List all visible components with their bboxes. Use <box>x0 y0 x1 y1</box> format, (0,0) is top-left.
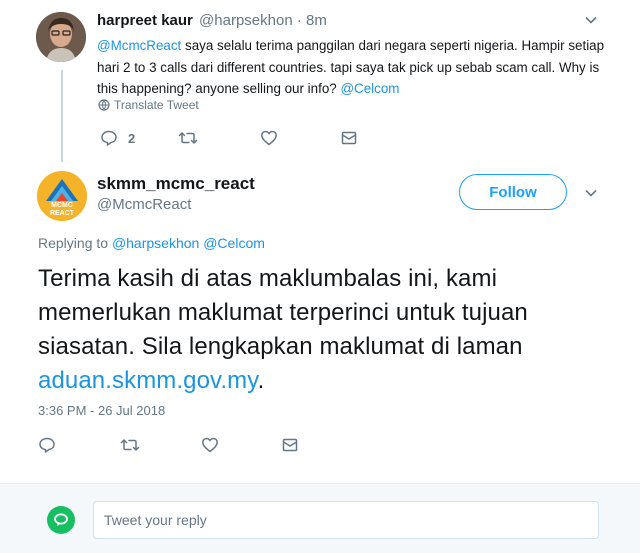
avatar-label-bottom: REACT <box>50 210 75 217</box>
mention-link[interactable]: @Celcom <box>340 81 399 96</box>
like-button[interactable] <box>201 436 219 454</box>
globe-icon <box>98 99 110 111</box>
avatar[interactable] <box>36 12 86 62</box>
retweet-button[interactable] <box>120 436 140 454</box>
thread-line <box>61 70 63 162</box>
retweet-icon <box>178 129 198 147</box>
retweet-button[interactable] <box>178 129 198 147</box>
tweet-timestamp[interactable]: 3:36 PM - 26 Jul 2018 <box>38 403 165 418</box>
mention-link[interactable]: @McmcReact <box>97 38 181 53</box>
chevron-down-icon[interactable] <box>584 13 598 27</box>
avatar[interactable]: MCMC REACT <box>37 171 87 221</box>
translate-label: Translate Tweet <box>114 98 199 112</box>
avatar-label-top: MCMC <box>51 202 73 209</box>
author-handle[interactable]: @harpsekhon <box>199 12 293 29</box>
reply-button[interactable]: 2 <box>100 129 135 147</box>
url-link[interactable]: aduan.skmm.gov.my <box>38 367 258 394</box>
reply-button[interactable] <box>38 436 56 454</box>
author-name[interactable]: skmm_mcmc_react <box>97 174 255 194</box>
avatar <box>47 506 75 534</box>
tweet-body: Terima kasih di atas maklumbalas ini, ka… <box>38 265 528 360</box>
chevron-down-icon[interactable] <box>584 186 598 200</box>
reply-icon <box>38 436 56 454</box>
tweet-header: harpreet kaur @harpsekhon · 8m <box>97 12 327 29</box>
reply-count: 2 <box>128 130 136 146</box>
envelope-icon <box>340 129 358 147</box>
message-button[interactable] <box>340 129 358 147</box>
chat-bubble-icon <box>52 511 70 529</box>
heart-icon <box>260 129 278 147</box>
author-handle[interactable]: @McmcReact <box>97 196 191 213</box>
message-button[interactable] <box>281 436 299 454</box>
tweet-time[interactable]: · 8m <box>297 12 327 29</box>
tweet-text: @McmcReact saya selalu terima panggilan … <box>97 35 617 100</box>
tweet-text: Terima kasih di atas maklumbalas ini, ka… <box>38 262 618 398</box>
author-name[interactable]: harpreet kaur <box>97 12 193 29</box>
retweet-icon <box>120 436 140 454</box>
reply-input[interactable] <box>93 501 599 539</box>
envelope-icon <box>281 436 299 454</box>
heart-icon <box>201 436 219 454</box>
replying-to: Replying to @harpsekhon @Celcom <box>38 235 265 251</box>
mention-link[interactable]: @Celcom <box>203 235 265 251</box>
mention-link[interactable]: @harpsekhon <box>112 235 199 251</box>
tweet-body-end: . <box>257 367 265 394</box>
replying-prefix: Replying to <box>38 235 112 251</box>
follow-button[interactable]: Follow <box>459 174 567 210</box>
translate-link[interactable]: Translate Tweet <box>98 98 199 112</box>
reply-icon <box>100 129 118 147</box>
like-button[interactable] <box>260 129 278 147</box>
